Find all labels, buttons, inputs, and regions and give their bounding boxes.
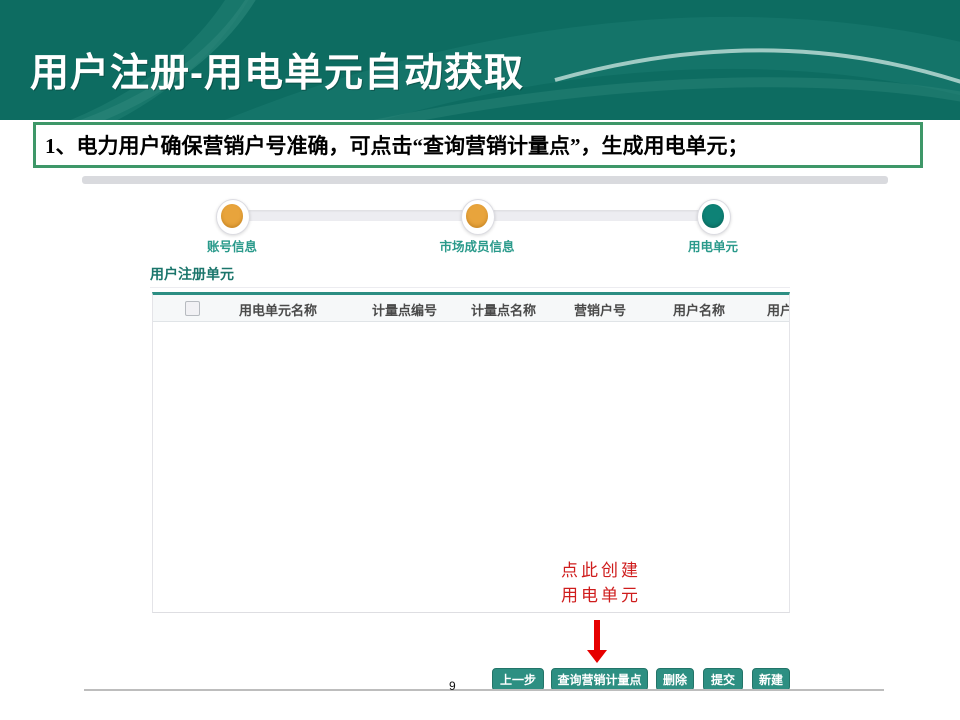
page-title: 用户注册-用电单元自动获取 [30,42,524,98]
column-header-meter-no: 计量点编号 [372,300,437,319]
slide: 用户注册-用电单元自动获取 1、电力用户确保营销户号准确，可点击“查询营销计量点… [0,0,960,720]
step-circle-account [216,199,250,235]
annotation-line2: 用电单元 [561,583,641,608]
step-dot-teal-icon [702,204,724,228]
query-marketing-meter-button[interactable]: 查询营销计量点 [551,668,648,691]
step-label-unit: 用电单元 [688,236,738,255]
step-dot-orange-icon [466,204,488,228]
slide-page-number: 9 [449,679,456,693]
screenshot-top-divider [82,176,888,184]
submit-button[interactable]: 提交 [703,668,743,691]
step-dot-orange-icon [221,204,243,228]
column-header-meter-name: 计量点名称 [471,300,536,319]
prev-step-button[interactable]: 上一步 [492,668,544,691]
column-header-unit-name: 用电单元名称 [239,300,317,319]
column-header-marketing-no: 营销户号 [574,300,626,319]
step-circle-member [461,199,495,235]
step-circle-unit [697,199,731,235]
step-label-account: 账号信息 [207,236,257,255]
arrow-down-head-icon [587,650,607,663]
instruction-box: 1、电力用户确保营销户号准确，可点击“查询营销计量点”，生成用电单元； [33,122,923,168]
annotation-line1: 点此创建 [561,558,641,583]
column-header-user-addr: 用户地 [767,300,790,319]
section-underline [150,287,790,288]
section-title: 用户注册单元 [150,264,234,284]
select-all-checkbox[interactable] [185,301,200,316]
step-label-member: 市场成员信息 [439,236,514,255]
screenshot-bottom-divider [84,689,884,691]
table-empty-body [153,322,789,613]
register-unit-table: 用电单元名称 计量点编号 计量点名称 营销户号 用户名称 用户地 [152,292,790,613]
new-button[interactable]: 新建 [752,668,790,691]
column-header-user-name: 用户名称 [673,300,725,319]
annotation-callout: 点此创建 用电单元 [561,558,641,608]
slide-header-banner: 用户注册-用电单元自动获取 [0,0,960,120]
delete-button[interactable]: 删除 [656,668,694,691]
table-header-row: 用电单元名称 计量点编号 计量点名称 营销户号 用户名称 用户地 [153,295,789,322]
instruction-text: 1、电力用户确保营销户号准确，可点击“查询营销计量点”，生成用电单元； [36,130,749,160]
arrow-down-icon [594,620,600,650]
